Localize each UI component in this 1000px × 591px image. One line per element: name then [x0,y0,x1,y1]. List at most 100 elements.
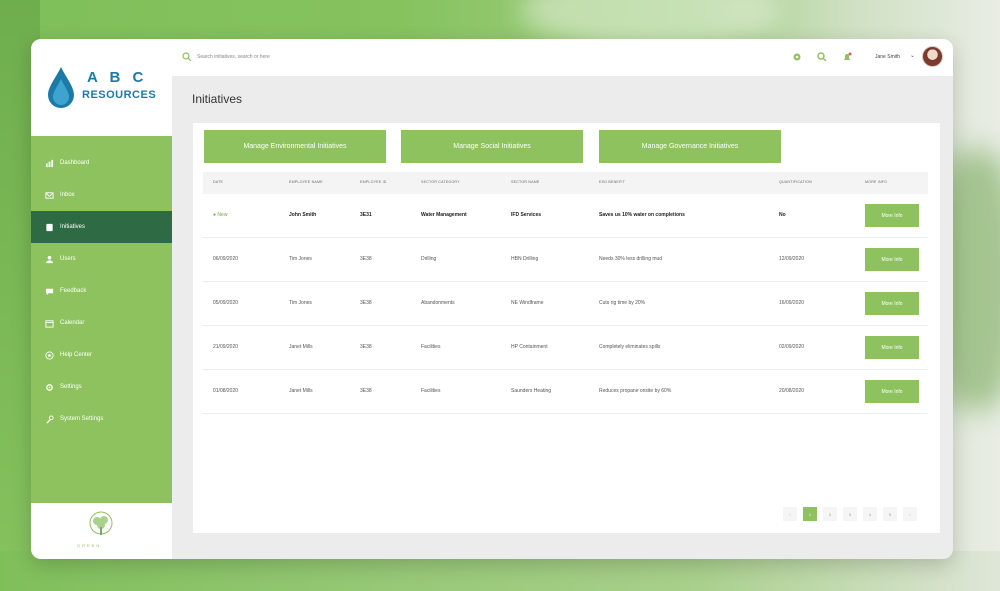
sidebar-item-system-settings[interactable]: System Settings [31,403,172,435]
table-header: Date Employee Name Employee ID Sector Ca… [203,172,928,194]
avatar[interactable] [922,46,943,67]
app-window: A B C RESOURCES Dashboard Inbox Initiati… [31,39,953,559]
sidebar-item-feedback[interactable]: Feedback [31,275,172,307]
cell-quantification: 12/09/2020 [779,256,805,262]
table-row[interactable]: ● New John Smith 3E31 Water Management I… [203,194,928,238]
logo-line2: RESOURCES [82,89,157,101]
initiatives-icon [45,223,54,232]
cell-esg-benefit: Saves us 10% water on completions [599,212,685,218]
more-info-button[interactable]: More Info [865,204,919,227]
sidebar-item-label: Users [60,256,76,262]
table-row[interactable]: 21/09/2020 Janet Mills 3E38 Facilities H… [203,326,928,370]
cell-sector-category: Drilling [421,256,437,262]
manage-social-button[interactable]: Manage Social Initiatives [401,130,583,163]
pagination: ‹ 1 2 3 4 5 › [783,507,917,521]
column-header[interactable]: Quantification [779,180,812,184]
cell-employee-id: 3E31 [360,212,372,218]
cell-esg-benefit: Cuts rig time by 20% [599,300,646,306]
row-status-new: ● New [213,212,228,218]
footer-brand-text: GREEN [77,543,102,548]
cell-date: 06/09/2020 [213,256,239,262]
user-icon [45,255,54,264]
pagination-next[interactable]: › [903,507,917,521]
more-info-button[interactable]: More Info [865,292,919,315]
cell-employee-name: Tim Jones [289,300,312,306]
sidebar-item-label: Dashboard [60,160,90,166]
chevron-down-icon[interactable]: ⌄ [910,52,915,59]
cell-employee-id: 3E38 [360,344,372,350]
cell-date: 01/08/2020 [213,388,239,394]
cell-date: 05/09/2020 [213,300,239,306]
sidebar-footer: GREEN [31,503,172,559]
table-row[interactable]: 01/08/2020 Janet Mills 3E38 Facilities S… [203,370,928,414]
pagination-page-2[interactable]: 2 [823,507,837,521]
sidebar-item-inbox[interactable]: Inbox [31,179,172,211]
search-input[interactable] [197,51,397,63]
pagination-page-1[interactable]: 1 [803,507,817,521]
cell-employee-name: Tim Jones [289,256,312,262]
cell-employee-name: Janet Mills [289,388,313,394]
cell-esg-benefit: Needs 30% less drilling mud [599,256,663,262]
column-header[interactable]: Date [213,180,223,184]
cell-sector-name: HP Containment [511,344,548,350]
sidebar-item-initiatives[interactable]: Initiatives [31,211,172,243]
cell-employee-id: 3E38 [360,388,372,394]
wrench-icon [45,414,54,424]
topbar: Jane Smith ⌄ [172,39,953,76]
cell-employee-name: Janet Mills [289,344,313,350]
cell-sector-name: HBN Drilling [511,256,539,262]
gear-icon[interactable] [792,52,802,62]
sidebar-item-label: Calendar [60,320,85,326]
cell-employee-id: 3E38 [360,256,372,262]
table-row[interactable]: 06/09/2020 Tim Jones 3E38 Drilling HBN D… [203,238,928,282]
cell-sector-category: Water Management [421,212,467,218]
sidebar-item-label: Inbox [60,192,75,198]
column-header[interactable]: ESG Benefit [599,180,625,184]
pagination-prev[interactable]: ‹ [783,507,797,521]
pagination-page-3[interactable]: 3 [843,507,857,521]
sidebar-item-label: Help Center [60,352,93,358]
initiatives-panel: Manage Environmental Initiatives Manage … [193,123,940,533]
search-icon[interactable] [817,52,827,62]
user-name[interactable]: Jane Smith [875,54,900,60]
sidebar-item-dashboard[interactable]: Dashboard [31,147,172,179]
page-title: Initiatives [192,92,243,106]
column-header[interactable]: Employee Name [289,180,323,184]
column-header[interactable]: More Info [865,180,887,184]
sidebar-item-users[interactable]: Users [31,243,172,275]
cell-sector-category: Abandonments [421,300,455,306]
more-info-button[interactable]: More Info [865,248,919,271]
more-info-button[interactable]: More Info [865,336,919,359]
sidebar-item-label: Settings [60,384,82,390]
sidebar-nav: Dashboard Inbox Initiatives Users Feedba… [31,147,172,435]
cell-sector-category: Facilities [421,344,441,350]
sidebar-item-calendar[interactable]: Calendar [31,307,172,339]
more-info-button[interactable]: More Info [865,380,919,403]
sidebar-item-label: Initiatives [60,224,86,230]
pagination-page-4[interactable]: 4 [863,507,877,521]
feedback-icon [45,287,54,296]
cell-sector-category: Facilities [421,388,441,394]
pagination-page-5[interactable]: 5 [883,507,897,521]
calendar-icon [45,319,54,328]
cell-date: New [217,212,228,218]
sidebar: A B C RESOURCES Dashboard Inbox Initiati… [31,39,172,559]
cell-quantification: 02/09/2020 [779,344,805,350]
cell-employee-id: 3E38 [360,300,372,306]
help-icon [45,350,54,360]
cell-sector-name: IFD Services [511,212,542,218]
table-row[interactable]: 05/09/2020 Tim Jones 3E38 Abandonments N… [203,282,928,326]
sidebar-item-help-center[interactable]: Help Center [31,339,172,371]
column-header[interactable]: Employee ID [360,180,387,184]
notification-bell-icon[interactable] [842,52,852,62]
cell-esg-benefit: Reduces propane onsite by 60% [599,388,672,394]
cell-esg-benefit: Completely eliminates spills [599,344,661,350]
inbox-icon [45,191,54,200]
column-header[interactable]: Sector Name [511,180,540,184]
manage-environmental-button[interactable]: Manage Environmental Initiatives [204,130,386,163]
column-header[interactable]: Sector Category [421,180,460,184]
manage-governance-button[interactable]: Manage Governance Initiatives [599,130,781,163]
sidebar-item-settings[interactable]: Settings [31,371,172,403]
cell-sector-name: Saunders Heating [511,388,552,394]
dashboard-icon [45,159,54,168]
